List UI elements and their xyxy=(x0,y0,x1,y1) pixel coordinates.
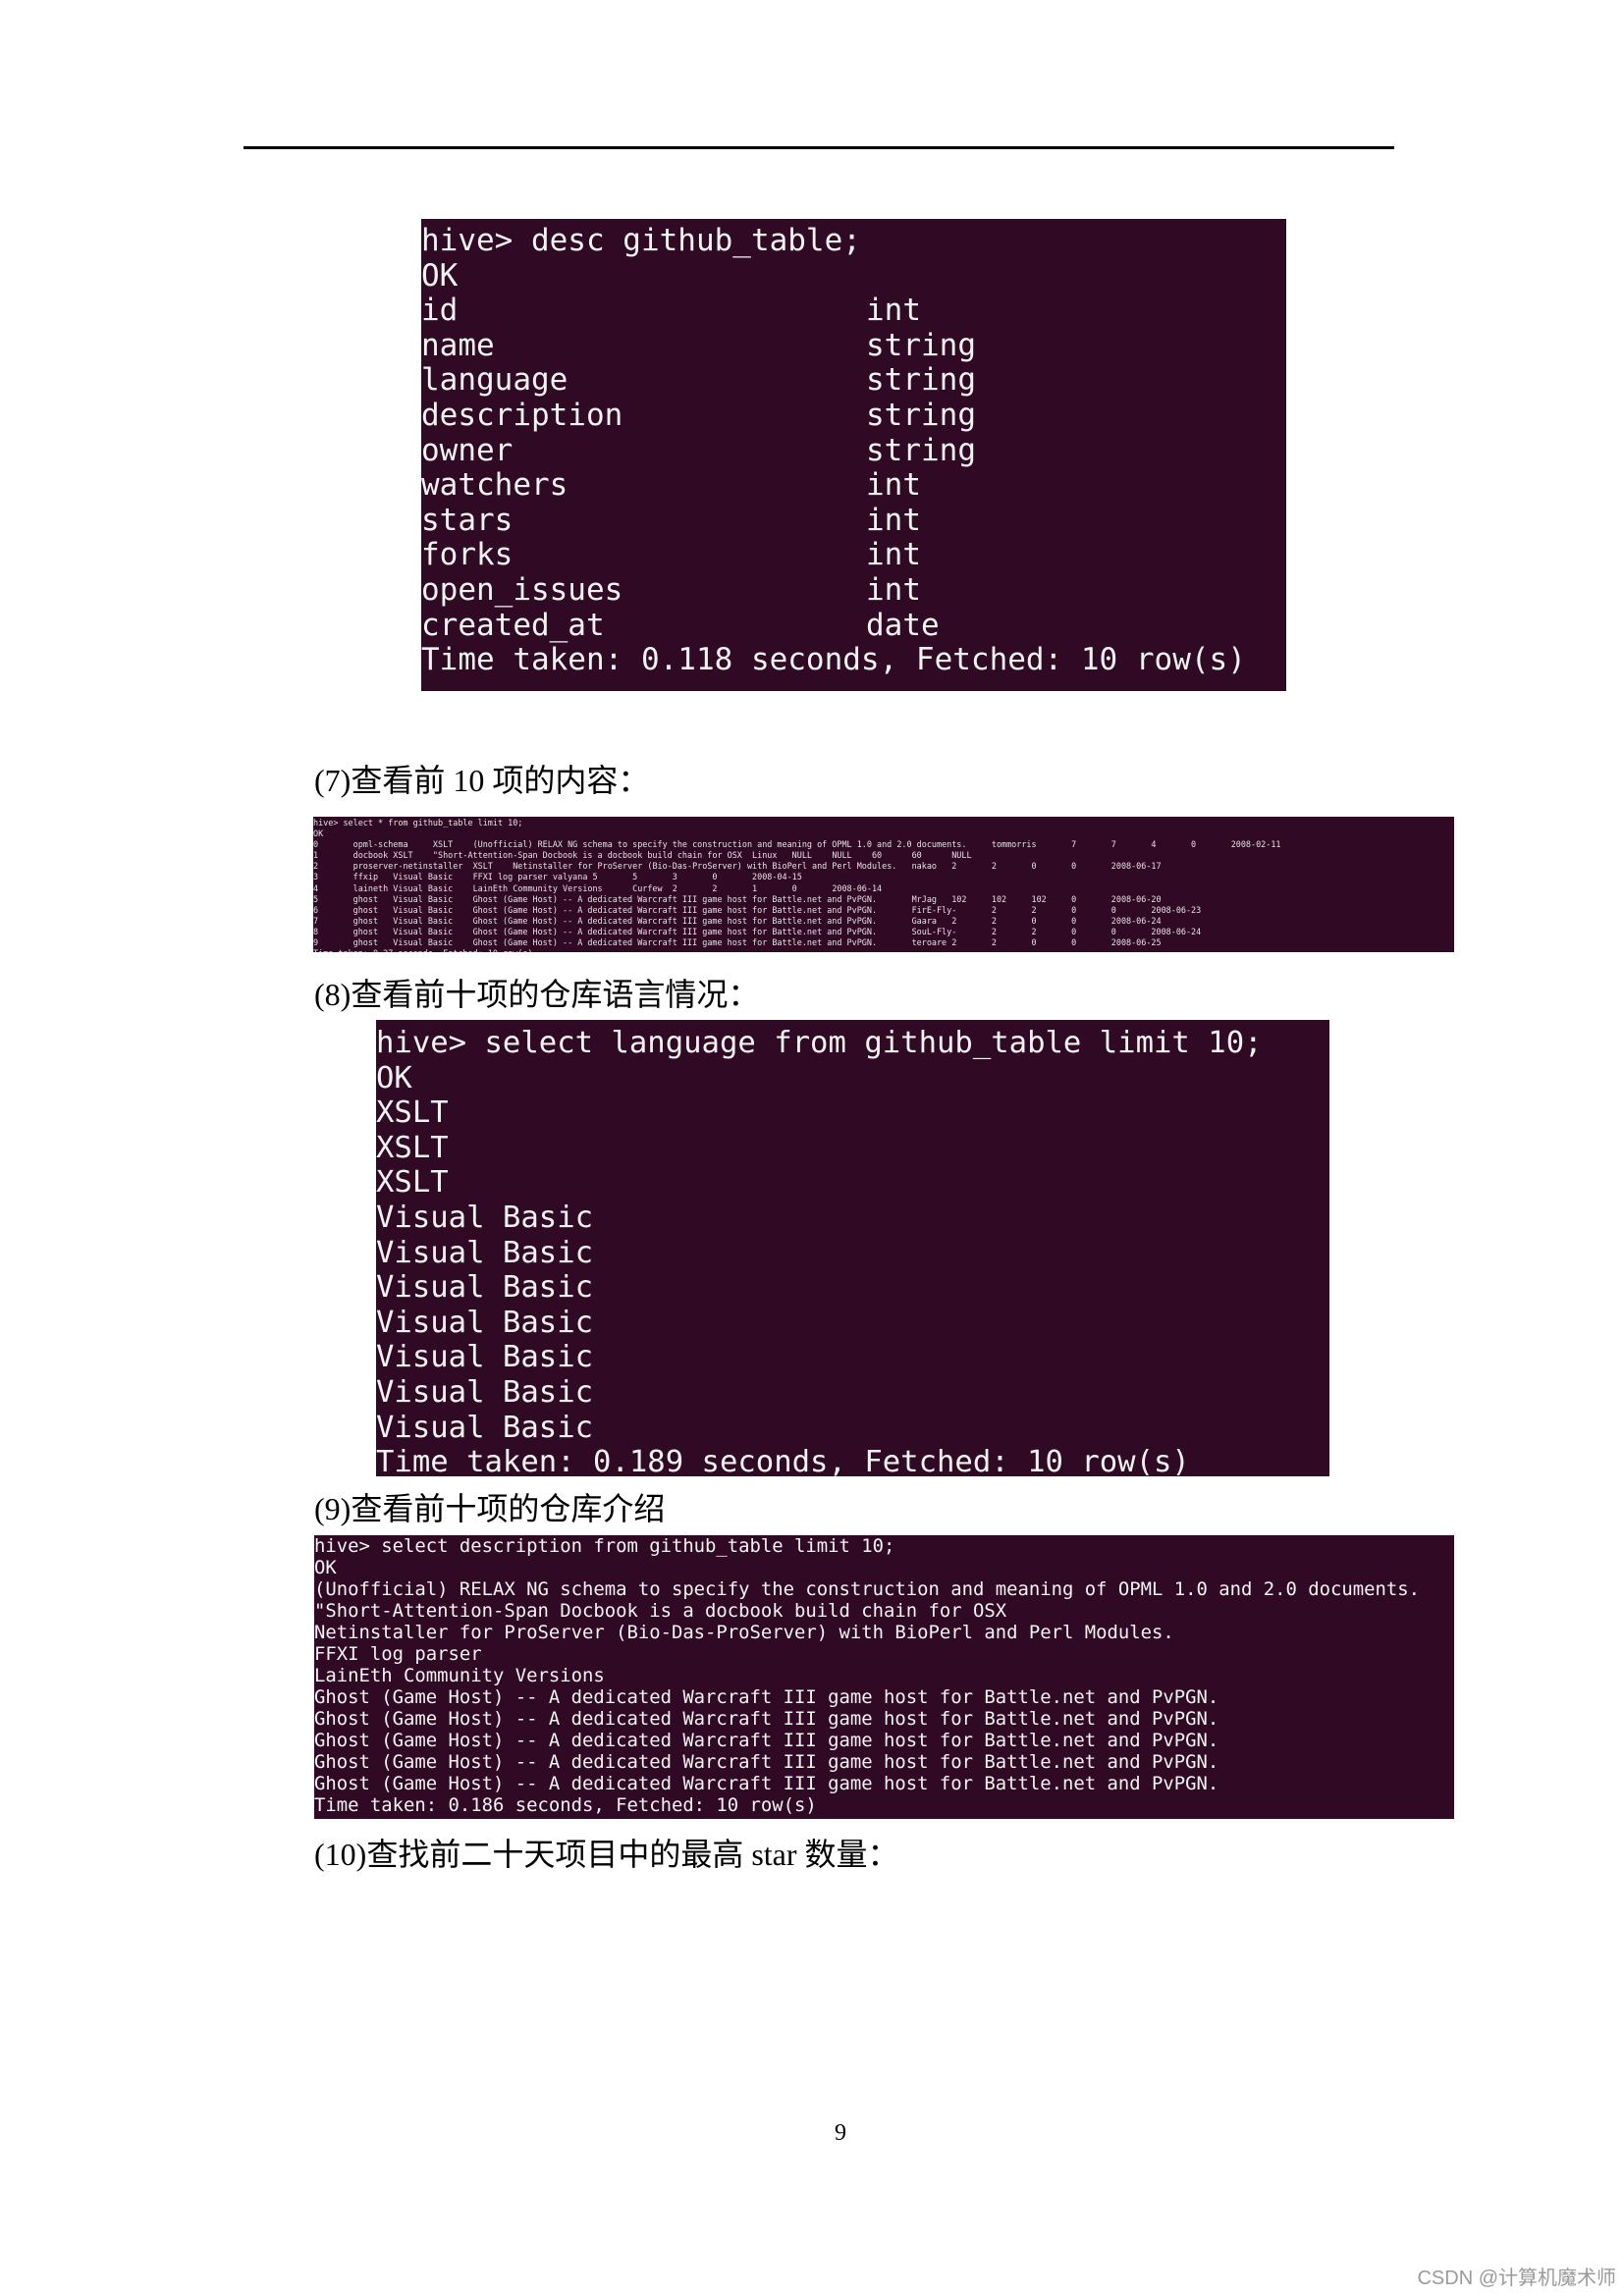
column-type: int xyxy=(866,293,921,329)
terminal-line: 9 ghost Visual Basic Ghost (Game Host) -… xyxy=(313,937,1162,948)
terminal-line: "Short-Attention-Span Docbook is a docbo… xyxy=(314,1600,1007,1622)
terminal-line: Netinstaller for ProServer (Bio-Das-ProS… xyxy=(314,1622,1174,1643)
column-name: owner xyxy=(421,432,514,468)
column-type: int xyxy=(866,467,921,504)
terminal-select-description: hive> select description from github_tab… xyxy=(314,1535,1454,1819)
terminal-line: Ghost (Game Host) -- A dedicated Warcraf… xyxy=(314,1730,1219,1751)
column-type: string xyxy=(866,432,976,468)
column-type: string xyxy=(866,327,976,363)
page-number: 9 xyxy=(835,2120,846,2146)
terminal-line: XSLT xyxy=(376,1095,449,1131)
schema-row: name string xyxy=(421,327,1286,364)
caption-9: (9)查看前十项的仓库介绍 xyxy=(314,1491,666,1526)
terminal-line: XSLT xyxy=(376,1165,449,1201)
terminal-line: 5 ghost Visual Basic Ghost (Game Host) -… xyxy=(313,893,1162,904)
column-type: string xyxy=(866,362,976,399)
column-type: int xyxy=(866,537,921,573)
terminal-line: Ghost (Game Host) -- A dedicated Warcraf… xyxy=(314,1686,1219,1708)
terminal-line: Ghost (Game Host) -- A dedicated Warcraf… xyxy=(314,1773,1219,1794)
terminal-line: 6 ghost Visual Basic Ghost (Game Host) -… xyxy=(313,904,1202,915)
terminal-line: 7 ghost Visual Basic Ghost (Game Host) -… xyxy=(313,915,1162,926)
column-name: stars xyxy=(421,502,514,538)
terminal-desc-table: hive> desc github_table; OK id int name str… xyxy=(421,219,1286,691)
column-name: open_issues xyxy=(421,571,623,608)
column-name: id xyxy=(421,293,459,329)
terminal-line: 2 proserver-netinstaller XSLT Netinstall… xyxy=(313,861,1162,872)
terminal-line: hive> select language from github_table … xyxy=(376,1026,1263,1060)
terminal-select-language: hive> select language from github_table … xyxy=(376,1020,1329,1476)
caption-8: (8)查看前十项的仓库语言情况： xyxy=(314,977,760,1012)
schema-rows: id int name string language string description… xyxy=(421,293,1286,644)
terminal-line: Ghost (Game Host) -- A dedicated Warcraf… xyxy=(314,1751,1219,1773)
schema-row: watchers int xyxy=(421,467,1286,504)
schema-row: id int xyxy=(421,293,1286,329)
terminal-line: XSLT xyxy=(376,1130,449,1165)
terminal-line: Visual Basic xyxy=(376,1270,594,1306)
terminal-line: Time taken: 0.189 seconds, Fetched: 10 r… xyxy=(376,1445,1190,1476)
caption-10: (10)查找前二十天项目中的最高 star 数量： xyxy=(314,1837,899,1872)
terminal-footer: Time taken: 0.118 seconds, Fetched: 10 r… xyxy=(421,642,1246,678)
schema-row: created_at date xyxy=(421,607,1286,644)
column-type: date xyxy=(866,607,940,643)
header-rule xyxy=(244,146,1394,149)
schema-row: language string xyxy=(421,363,1286,399)
terminal-line: Time taken: 0.186 seconds, Fetched: 10 r… xyxy=(314,1794,817,1816)
terminal-line: 8 ghost Visual Basic Ghost (Game Host) -… xyxy=(313,926,1202,936)
terminal-line: Time taken: 0.27 seconds, Fetched: 10 ro… xyxy=(313,948,1454,952)
column-name: name xyxy=(421,327,495,363)
terminal-line: Visual Basic xyxy=(376,1235,594,1270)
terminal-line: Visual Basic xyxy=(376,1374,594,1410)
terminal-line: 0 opml-schema XSLT (Unofficial) RELAX NG… xyxy=(313,839,1281,850)
terminal-line: FFXI log parser xyxy=(314,1643,482,1665)
terminal-line: Visual Basic xyxy=(376,1340,594,1375)
terminal-line: Visual Basic xyxy=(376,1410,594,1445)
terminal-line: Ghost (Game Host) -- A dedicated Warcraf… xyxy=(314,1708,1219,1730)
terminal-select-all: hive> select * from github_table limit 1… xyxy=(313,817,1454,952)
terminal-line: Visual Basic xyxy=(376,1305,594,1340)
terminal-line: (Unofficial) RELAX NG schema to specify … xyxy=(314,1578,1420,1600)
column-type: int xyxy=(866,502,921,538)
terminal-command: hive> desc github_table; xyxy=(421,223,861,258)
schema-row: forks int xyxy=(421,538,1286,573)
column-name: language xyxy=(421,362,568,399)
schema-row: owner string xyxy=(421,432,1286,469)
terminal-line: LainEth Community Versions xyxy=(314,1665,605,1686)
schema-row: description string xyxy=(421,397,1286,434)
watermark: CSDN @计算机魔术师 xyxy=(1417,2268,1616,2289)
column-name: description xyxy=(421,397,623,433)
schema-row: stars int xyxy=(421,502,1286,539)
terminal-line: 4 laineth Visual Basic LainEth Community… xyxy=(313,882,883,893)
terminal-line: OK xyxy=(314,1557,337,1578)
terminal-line: hive> select * from github_table limit 1… xyxy=(313,818,523,828)
column-name: watchers xyxy=(421,467,568,504)
caption-7: (7)查看前 10 项的内容： xyxy=(314,763,650,798)
terminal-line: OK xyxy=(313,828,324,839)
terminal-line: Visual Basic xyxy=(376,1200,594,1235)
terminal-line: 1 docbook XSLT "Short-Attention-Span Doc… xyxy=(313,850,972,861)
terminal-line: 3 ffxip Visual Basic FFXI log parser val… xyxy=(313,872,802,882)
column-name: created_at xyxy=(421,607,605,643)
column-name: forks xyxy=(421,537,514,573)
terminal-ok: OK xyxy=(421,257,459,294)
terminal-line: OK xyxy=(376,1060,412,1095)
column-type: string xyxy=(866,397,976,433)
schema-row: open_issues int xyxy=(421,571,1286,609)
column-type: int xyxy=(866,571,921,608)
terminal-line: hive> select description from github_tab… xyxy=(314,1535,895,1557)
